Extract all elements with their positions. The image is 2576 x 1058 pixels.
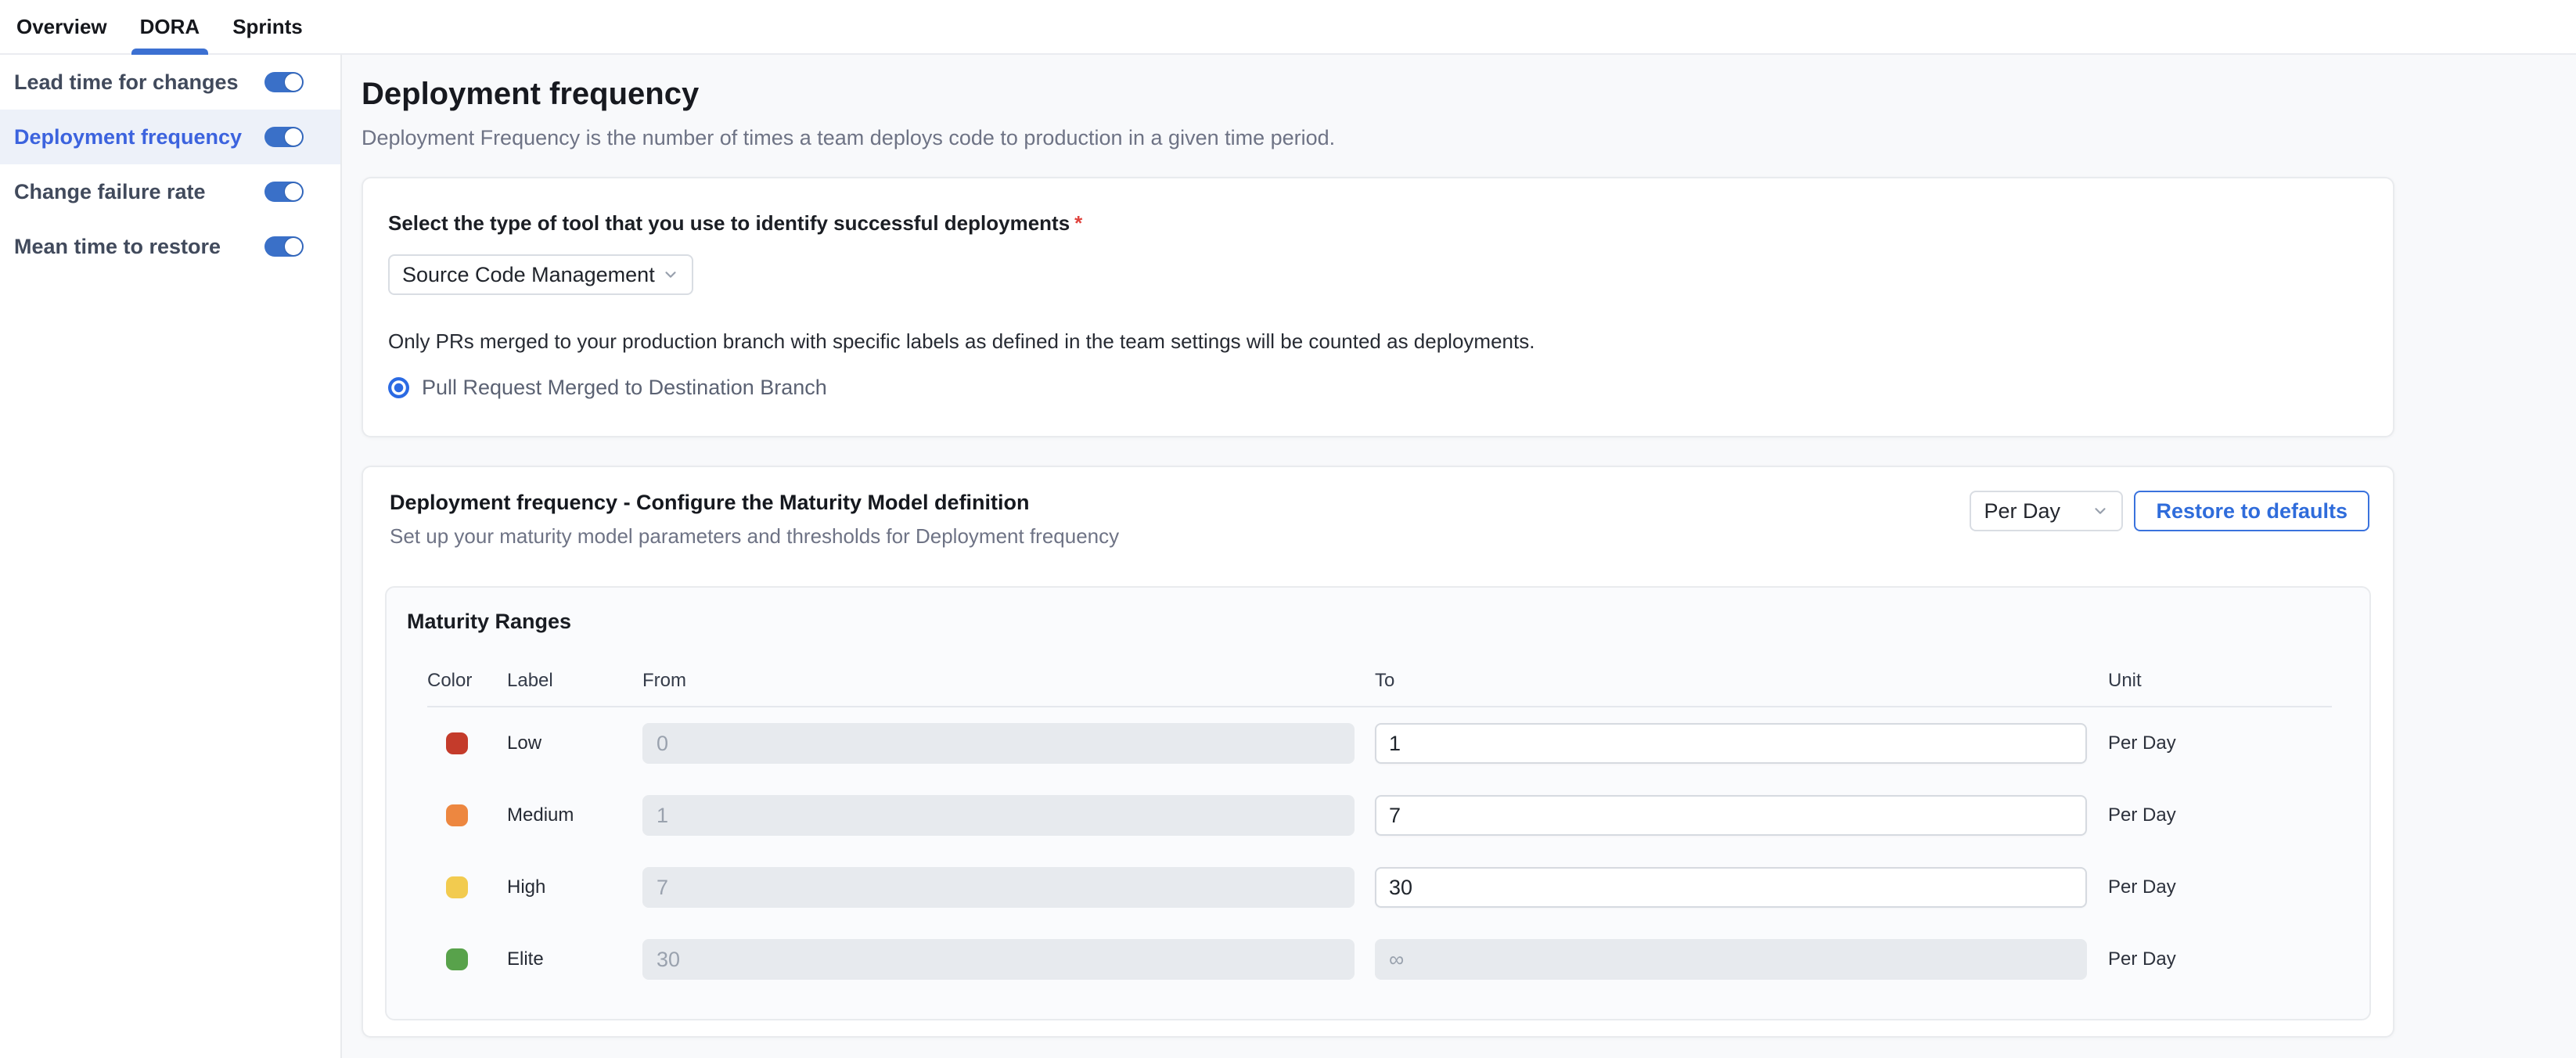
elite-from-input [642,939,1355,980]
metrics-sidebar: Lead time for changes Deployment frequen… [0,55,342,1058]
sidebar-item-change-failure-rate[interactable]: Change failure rate [0,164,340,219]
sidebar-item-label: Mean time to restore [14,235,221,259]
mean-time-to-restore-toggle[interactable] [264,236,304,257]
maturity-header-controls: Per Day Restore to defaults [1970,491,2369,531]
high-from-input [642,867,1355,908]
low-color-swatch [446,732,468,754]
range-unit: Per Day [2108,804,2332,826]
chevron-down-icon [2092,502,2109,520]
main-content: Deployment frequency Deployment Frequenc… [342,55,2576,1058]
column-header-color: Color [427,670,507,692]
elite-color-swatch [446,948,468,970]
range-label: Low [507,732,642,754]
medium-to-input[interactable] [1375,795,2087,836]
page-subtitle: Deployment Frequency is the number of ti… [362,126,2576,150]
maturity-section-subtitle: Set up your maturity model parameters an… [390,524,1119,549]
tool-type-select-value: Source Code Management [402,263,655,287]
maturity-model-card: Deployment frequency - Configure the Mat… [362,466,2394,1038]
low-to-input[interactable] [1375,723,2087,764]
range-label: Medium [507,804,642,826]
pr-merged-radio-label: Pull Request Merged to Destination Branc… [422,376,827,400]
low-from-input [642,723,1355,764]
range-unit: Per Day [2108,948,2332,970]
deployment-counting-info: Only PRs merged to your production branc… [388,329,2368,354]
sidebar-item-lead-time-for-changes[interactable]: Lead time for changes [0,55,340,110]
range-label: Elite [507,948,642,970]
elite-to-input [1375,939,2087,980]
high-to-input[interactable] [1375,867,2087,908]
medium-from-input [642,795,1355,836]
pr-merged-radio-row[interactable]: Pull Request Merged to Destination Branc… [388,376,2368,400]
table-row-low: Low Per Day [427,707,2332,779]
page-title: Deployment frequency [362,77,2576,112]
maturity-section-title: Deployment frequency - Configure the Mat… [390,491,1119,515]
tab-bar: Overview DORA Sprints [0,0,2576,55]
page-layout: Lead time for changes Deployment frequen… [0,55,2576,1058]
column-header-from: From [642,670,1375,692]
table-row-elite: Elite Per Day [427,923,2332,995]
tab-overview-label: Overview [16,15,107,39]
lead-time-toggle[interactable] [264,72,304,92]
tab-sprints-label: Sprints [232,15,303,39]
column-header-label: Label [507,670,642,692]
range-unit: Per Day [2108,732,2332,754]
maturity-ranges-table: Color Label From To Unit Low Per Day [427,670,2332,995]
toggle-knob [285,128,302,146]
tab-sprints[interactable]: Sprints [232,0,303,53]
column-header-to: To [1375,670,2108,692]
medium-color-swatch [446,804,468,826]
period-select[interactable]: Per Day [1970,491,2123,531]
period-select-value: Per Day [1984,499,2060,524]
toggle-knob [285,74,302,91]
tool-type-field-label: Select the type of tool that you use to … [388,211,2368,236]
column-header-unit: Unit [2108,670,2332,692]
sidebar-item-label: Change failure rate [14,180,206,204]
maturity-ranges-title: Maturity Ranges [407,610,2349,634]
maturity-header-text: Deployment frequency - Configure the Mat… [390,491,1119,549]
tab-dora-label: DORA [140,15,200,39]
maturity-section-header: Deployment frequency - Configure the Mat… [385,488,2371,549]
tool-type-select[interactable]: Source Code Management [388,254,693,295]
sidebar-item-label: Lead time for changes [14,70,239,95]
deployment-tool-card: Select the type of tool that you use to … [362,177,2394,437]
radio-selected-icon[interactable] [388,377,409,398]
tool-type-label-text: Select the type of tool that you use to … [388,211,1070,235]
sidebar-item-label: Deployment frequency [14,125,242,149]
sidebar-item-mean-time-to-restore[interactable]: Mean time to restore [0,219,340,274]
range-label: High [507,876,642,898]
change-failure-rate-toggle[interactable] [264,182,304,202]
sidebar-item-deployment-frequency[interactable]: Deployment frequency [0,110,340,164]
table-header-row: Color Label From To Unit [427,670,2332,692]
range-unit: Per Day [2108,876,2332,898]
required-asterisk: * [1074,211,1082,235]
chevron-down-icon [662,266,679,283]
table-row-high: High Per Day [427,851,2332,923]
maturity-ranges-box: Maturity Ranges Color Label From To Unit… [385,586,2371,1020]
toggle-knob [285,238,302,255]
high-color-swatch [446,876,468,898]
tab-overview[interactable]: Overview [16,0,107,53]
deployment-frequency-toggle[interactable] [264,127,304,147]
toggle-knob [285,183,302,200]
restore-to-defaults-button[interactable]: Restore to defaults [2134,491,2369,531]
tab-dora[interactable]: DORA [140,0,200,53]
table-row-medium: Medium Per Day [427,779,2332,851]
